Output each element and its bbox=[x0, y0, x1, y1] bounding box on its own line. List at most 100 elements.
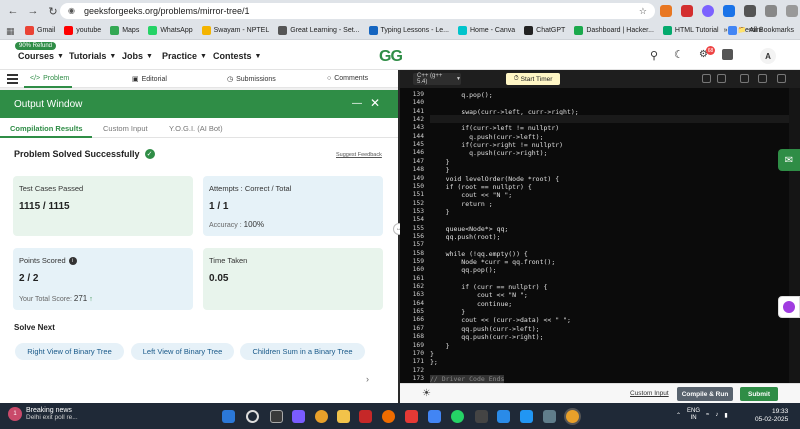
clock[interactable]: 19:33 05-02-2025 bbox=[755, 408, 788, 424]
custom-input-link[interactable]: Custom Input bbox=[630, 390, 669, 397]
app-icon[interactable] bbox=[405, 410, 418, 423]
chrome-active-icon[interactable] bbox=[566, 410, 579, 423]
vscode-icon[interactable] bbox=[520, 410, 533, 423]
menu-contests[interactable]: Contests ▼ bbox=[213, 51, 261, 61]
file-explorer-icon[interactable] bbox=[337, 410, 350, 423]
tab-compilation-results[interactable]: Compilation Results bbox=[10, 124, 83, 133]
all-bookmarks[interactable]: » 📁 All Bookmarks bbox=[724, 26, 794, 35]
bookmark-html-tutorial[interactable]: HTML Tutorial bbox=[662, 26, 719, 35]
compile-run-button[interactable]: Compile & Run bbox=[677, 387, 733, 401]
great-learning-icon bbox=[278, 26, 288, 35]
more-bookmarks-icon[interactable]: » bbox=[724, 27, 728, 34]
menu-courses[interactable]: Courses ▼ bbox=[18, 51, 64, 61]
menu-practice[interactable]: Practice ▼ bbox=[162, 51, 207, 61]
wifi-icon[interactable]: ≈ bbox=[706, 412, 709, 418]
search-icon[interactable] bbox=[246, 410, 259, 423]
windows-start-icon[interactable] bbox=[222, 410, 235, 423]
tab-comments[interactable]: ○ Comments bbox=[327, 75, 368, 82]
blender-icon[interactable] bbox=[382, 410, 395, 423]
extension-icon[interactable] bbox=[702, 5, 714, 17]
code-editor[interactable]: 139 q.pop(); 140 141 swap(curr->left, curr… bbox=[400, 88, 800, 383]
bookmark-hackerrank[interactable]: Dashboard | Hacker... bbox=[574, 26, 654, 35]
bookmark-whatsapp[interactable]: WhatsApp bbox=[148, 26, 193, 35]
tab-submissions[interactable]: ◷ Submissions bbox=[227, 75, 276, 84]
extension-icon[interactable] bbox=[681, 5, 693, 17]
dark-mode-icon[interactable]: ☾ bbox=[674, 48, 684, 61]
bookmark-canva[interactable]: Home - Canva bbox=[458, 26, 515, 35]
todo-icon[interactable] bbox=[497, 410, 510, 423]
bookmark-chatgpt[interactable]: ChatGPT bbox=[524, 26, 565, 35]
bookmark-maps[interactable]: Maps bbox=[110, 26, 139, 35]
solve-next-item[interactable]: Children Sum in a Binary Tree bbox=[240, 343, 365, 360]
code-line: if(curr->right != nullptr) bbox=[430, 141, 564, 150]
language-select[interactable]: C++ (g++ 5.4) ▼ bbox=[413, 73, 461, 85]
submit-button[interactable]: Submit bbox=[740, 387, 778, 401]
copilot-icon[interactable] bbox=[292, 410, 305, 423]
split-view-icon[interactable] bbox=[786, 5, 798, 17]
translate-icon[interactable] bbox=[722, 49, 733, 60]
scrollbar[interactable] bbox=[789, 88, 800, 383]
extension-icon[interactable] bbox=[660, 5, 672, 17]
back-icon[interactable]: ← bbox=[6, 4, 20, 18]
chevron-right-icon[interactable]: › bbox=[366, 374, 369, 384]
address-bar[interactable]: ◉ geeksforgeeks.org/problems/mirror-tree… bbox=[60, 3, 655, 19]
lightbulb-icon[interactable]: ☀ bbox=[422, 388, 431, 399]
tab-editorial[interactable]: ▣ Editorial bbox=[132, 75, 167, 84]
chat-float-button[interactable]: ✉ bbox=[778, 149, 800, 171]
start-timer-button[interactable]: ⏱ Start Timer bbox=[506, 73, 560, 85]
output-tabs: Compilation Results Custom Input Y.O.G.I… bbox=[0, 118, 398, 138]
solve-next-item[interactable]: Left View of Binary Tree bbox=[131, 343, 234, 360]
extensions-puzzle-icon[interactable] bbox=[744, 5, 756, 17]
menu-jobs[interactable]: Jobs ▼ bbox=[122, 51, 153, 61]
fullscreen-icon[interactable] bbox=[777, 74, 786, 83]
bookmark-youtube[interactable]: youtube bbox=[64, 26, 101, 35]
settings-icon[interactable] bbox=[740, 74, 749, 83]
forward-icon[interactable]: → bbox=[26, 4, 40, 18]
close-icon[interactable]: ✕ bbox=[370, 96, 380, 110]
line-number: 149 bbox=[412, 174, 424, 182]
avatar[interactable]: A bbox=[760, 48, 776, 64]
tab-problem[interactable]: </> Problem bbox=[30, 75, 69, 82]
app-icon[interactable] bbox=[428, 410, 441, 423]
tab-custom-input[interactable]: Custom Input bbox=[103, 124, 148, 133]
battery-icon[interactable]: ▮ bbox=[724, 412, 727, 419]
app-icon[interactable] bbox=[359, 410, 372, 423]
menu-tutorials[interactable]: Tutorials ▼ bbox=[69, 51, 116, 61]
bookmark-swayam[interactable]: Swayam - NPTEL bbox=[201, 26, 269, 35]
language-indicator[interactable]: ENG IN bbox=[687, 408, 700, 422]
copy-icon[interactable] bbox=[702, 74, 711, 83]
bookmark-typing-lessons[interactable]: Typing Lessons - Le... bbox=[368, 26, 449, 35]
hamburger-menu-icon[interactable] bbox=[7, 73, 18, 84]
site-info-icon[interactable]: ◉ bbox=[68, 6, 78, 16]
extension-icon[interactable] bbox=[723, 5, 735, 17]
photos-icon[interactable] bbox=[543, 410, 556, 423]
volume-icon[interactable]: ♪ bbox=[715, 412, 718, 418]
info-icon[interactable]: i bbox=[68, 256, 77, 265]
bookmark-star-icon[interactable]: ☆ bbox=[639, 6, 647, 17]
code-line: } bbox=[430, 308, 466, 317]
bookmark-great-learning[interactable]: Great Learning - Set... bbox=[278, 26, 360, 35]
solve-next-item[interactable]: Right View of Binary Tree bbox=[15, 343, 124, 360]
task-view-icon[interactable] bbox=[270, 410, 283, 423]
active-tab-indicator bbox=[0, 136, 92, 138]
apps-grid-icon[interactable]: ▦ bbox=[6, 26, 16, 36]
ai-assistant-float-button[interactable] bbox=[778, 296, 800, 318]
chevron-up-icon[interactable]: ⌃ bbox=[676, 412, 681, 419]
news-widget[interactable]: 1 Breaking news Delhi exit poll re... bbox=[8, 407, 78, 421]
gfg-logo[interactable]: GG bbox=[379, 48, 403, 66]
minimize-icon[interactable]: — bbox=[352, 98, 362, 109]
download-icon[interactable] bbox=[765, 5, 777, 17]
reload-icon[interactable]: ↻ bbox=[46, 4, 60, 18]
suggest-feedback-link[interactable]: Suggest Feedback bbox=[336, 152, 382, 158]
layout-icon[interactable] bbox=[758, 74, 767, 83]
whatsapp-icon[interactable] bbox=[451, 410, 464, 423]
chrome-icon[interactable] bbox=[315, 410, 328, 423]
line-number: 168 bbox=[412, 333, 424, 341]
chatgpt-icon bbox=[524, 26, 534, 35]
app-icon[interactable] bbox=[475, 410, 488, 423]
search-icon[interactable]: ⚲ bbox=[650, 49, 658, 62]
code-line: qq.push(curr->right); bbox=[430, 333, 544, 342]
bookmark-gmail[interactable]: Gmail bbox=[25, 26, 55, 35]
reset-icon[interactable] bbox=[717, 74, 726, 83]
tab-yogi-ai-bot[interactable]: Y.O.G.I. (AI Bot) bbox=[169, 124, 223, 133]
